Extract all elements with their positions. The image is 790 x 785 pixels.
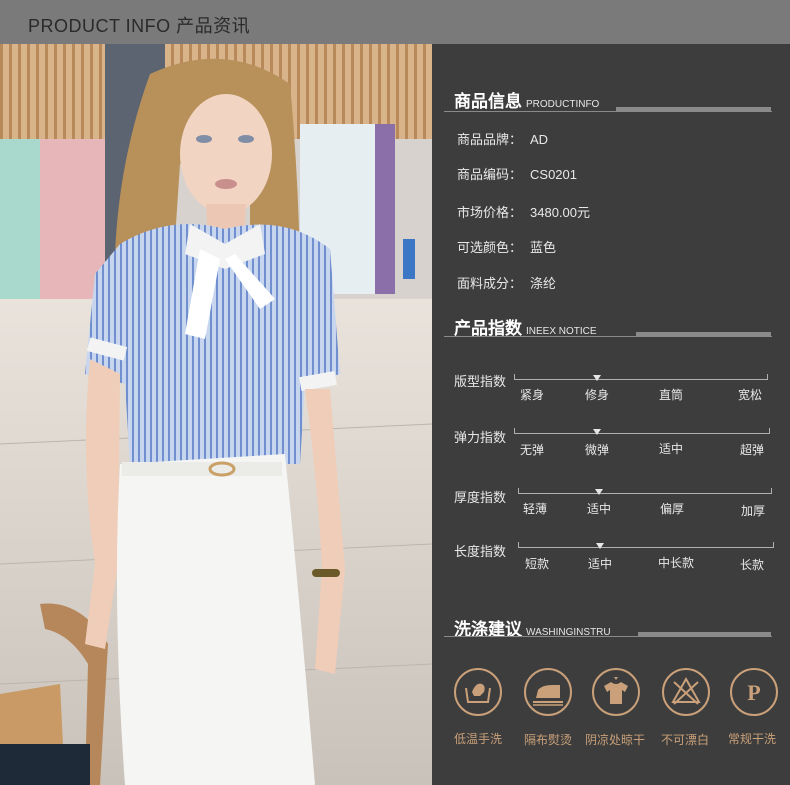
index-option: 轻薄 <box>523 502 548 516</box>
product-info-heading-cn: 商品信息 <box>454 92 522 111</box>
heading-underline <box>444 636 772 637</box>
info-label: 面料成分： <box>457 276 523 291</box>
index-label-thickness: 厚度指数 <box>454 490 507 505</box>
index-option: 加厚 <box>741 504 766 518</box>
index-scale-fit <box>514 374 768 380</box>
shade-dry-icon <box>592 668 640 716</box>
index-label-fit: 版型指数 <box>454 374 507 389</box>
index-option: 宽松 <box>738 388 763 402</box>
info-value: 3480.00元 <box>530 205 591 220</box>
index-option: 短款 <box>525 557 550 571</box>
svg-text:P: P <box>747 680 760 705</box>
index-scale-stretch <box>514 428 770 434</box>
info-value: 蓝色 <box>530 240 557 255</box>
index-option: 无弹 <box>520 443 545 457</box>
info-row-color: 可选颜色： 蓝色 <box>457 237 556 256</box>
info-value: 涤纶 <box>530 276 557 291</box>
model-photo <box>0 44 432 785</box>
heading-underline <box>444 336 772 337</box>
index-option: 偏厚 <box>660 502 685 516</box>
index-option: 修身 <box>585 388 610 402</box>
wash-label: 隔布熨烫 <box>524 733 573 747</box>
wash-label: 阴凉处晾干 <box>585 733 646 747</box>
wash-label: 常规干洗 <box>728 732 777 746</box>
index-label-stretch: 弹力指数 <box>454 430 507 445</box>
index-option: 紧身 <box>520 388 545 402</box>
info-value: AD <box>530 132 549 147</box>
index-marker-thickness <box>595 489 603 495</box>
wash-label: 不可漂白 <box>661 733 710 747</box>
wash-label: 低温手洗 <box>454 732 503 746</box>
page-title: PRODUCT INFO 产品资讯 <box>28 16 251 36</box>
info-label: 商品品牌： <box>457 132 523 147</box>
product-info-heading-en: PRODUCTINFO <box>526 99 600 110</box>
info-label: 商品编码： <box>457 167 523 182</box>
index-option: 适中 <box>588 557 613 571</box>
index-option: 适中 <box>587 502 612 516</box>
index-option: 适中 <box>659 442 684 456</box>
info-row-code: 商品编码： CS0201 <box>457 164 577 183</box>
no-bleach-icon <box>662 668 710 716</box>
header-bar: PRODUCT INFO 产品资讯 <box>0 0 790 44</box>
index-option: 微弹 <box>585 443 610 457</box>
iron-with-cloth-icon <box>524 668 572 716</box>
index-scale-thickness <box>518 488 772 494</box>
info-row-price: 市场价格： 3480.00元 <box>457 202 590 221</box>
info-label: 可选颜色： <box>457 240 523 255</box>
info-row-brand: 商品品牌： AD <box>457 129 548 148</box>
index-marker-fit <box>593 375 601 381</box>
index-option: 超弹 <box>740 443 765 457</box>
index-scale-length <box>518 542 774 548</box>
index-option: 长款 <box>740 558 765 572</box>
info-label: 市场价格： <box>457 205 523 220</box>
heading-underline <box>444 111 772 112</box>
index-marker-length <box>596 543 604 549</box>
info-value: CS0201 <box>530 167 577 182</box>
dry-clean-icon: P <box>730 668 778 716</box>
product-info-heading: 商品信息 PRODUCTINFO <box>454 87 599 112</box>
info-row-fabric: 面料成分： 涤纶 <box>457 273 556 292</box>
index-label-length: 长度指数 <box>454 544 507 559</box>
product-info-panel: 商品信息 PRODUCTINFO 商品品牌： AD 商品编码： CS0201 市场价… <box>432 44 790 785</box>
index-marker-stretch <box>593 429 601 435</box>
low-temp-hand-wash-icon <box>454 668 502 716</box>
index-option: 直筒 <box>659 388 684 402</box>
index-option: 中长款 <box>658 556 695 570</box>
